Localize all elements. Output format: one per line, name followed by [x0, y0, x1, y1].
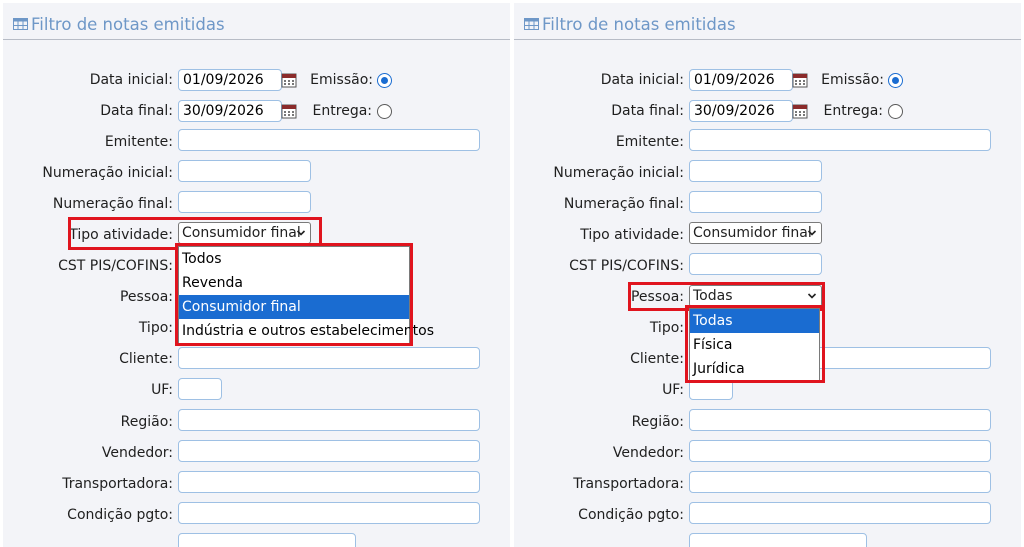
filter-panel-left: Filtro de notas emitidas Data inicial: E… [3, 3, 510, 547]
emitente-label: Emitente: [615, 134, 684, 150]
cliente-label: Cliente: [630, 351, 684, 367]
table-grid-icon [13, 18, 28, 30]
numeracao-final-input[interactable] [689, 191, 822, 213]
next-input[interactable] [689, 533, 867, 547]
dropdown-option[interactable]: Jurídica [690, 357, 819, 381]
transportadora-label: Transportadora: [62, 476, 173, 492]
numeracao-final-label: Numeração final: [52, 196, 173, 212]
cliente-input[interactable] [178, 347, 480, 369]
uf-label: UF: [662, 382, 684, 398]
regiao-input[interactable] [689, 409, 991, 431]
uf-input[interactable] [178, 378, 222, 400]
emitente-input[interactable] [178, 129, 480, 151]
data-final-label: Data final: [100, 103, 173, 119]
chevron-down-icon [807, 230, 817, 236]
panel-title: Filtro de notas emitidas [542, 15, 736, 34]
uf-label: UF: [151, 382, 173, 398]
data-inicial-label: Data inicial: [600, 72, 684, 88]
condicao-pgto-input[interactable] [689, 502, 991, 524]
emissao-radio[interactable] [888, 73, 903, 88]
dropdown-option[interactable]: Revenda [179, 271, 409, 295]
tipo-atividade-dropdown: Todos Revenda Consumidor final Indústria… [178, 246, 434, 344]
vendedor-input[interactable] [178, 440, 480, 462]
pessoa-label: Pessoa: [119, 289, 173, 305]
panel-header: Filtro de notas emitidas [3, 3, 510, 40]
transportadora-input[interactable] [178, 471, 480, 493]
emitente-input[interactable] [689, 129, 991, 151]
cst-label: CST PIS/COFINS: [569, 258, 684, 274]
numeracao-final-label: Numeração final: [563, 196, 684, 212]
tipo-atividade-value: Consumidor final [693, 225, 812, 241]
pessoa-value: Todas [693, 288, 733, 304]
cst-label: CST PIS/COFINS: [58, 258, 173, 274]
emissao-radio[interactable] [377, 73, 392, 88]
emitente-label: Emitente: [104, 134, 173, 150]
cliente-label: Cliente: [119, 351, 173, 367]
table-grid-icon [524, 18, 539, 30]
regiao-label: Região: [631, 414, 684, 430]
data-inicial-label: Data inicial: [89, 72, 173, 88]
entrega-label: Entrega: [823, 103, 883, 119]
regiao-label: Região: [120, 414, 173, 430]
tipo-atividade-label: Tipo atividade: [580, 227, 684, 243]
condicao-pgto-input[interactable] [178, 502, 480, 524]
vendedor-label: Vendedor: [101, 445, 173, 461]
entrega-label: Entrega: [312, 103, 372, 119]
filter-panel-right: Filtro de notas emitidas Data inicial: E… [514, 3, 1021, 547]
cst-input[interactable] [689, 253, 822, 275]
condicao-pgto-label: Condição pgto: [67, 507, 173, 523]
entrega-radio[interactable] [377, 104, 392, 119]
emissao-label: Emissão: [821, 72, 884, 88]
tipo-atividade-value: Consumidor final [182, 225, 301, 241]
emissao-label: Emissão: [310, 72, 373, 88]
pessoa-label: Pessoa: [630, 289, 684, 305]
chevron-down-icon [296, 230, 306, 236]
vendedor-label: Vendedor: [612, 445, 684, 461]
numeracao-inicial-input[interactable] [178, 160, 311, 182]
tipo-atividade-select[interactable]: Consumidor final [178, 222, 311, 244]
tipo-label: Tipo: [138, 320, 173, 336]
data-final-label: Data final: [611, 103, 684, 119]
dropdown-option[interactable]: Física [690, 333, 819, 357]
vendedor-input[interactable] [689, 440, 991, 462]
dropdown-option[interactable]: Indústria e outros estabelecimentos [179, 319, 434, 343]
numeracao-inicial-label: Numeração inicial: [553, 165, 684, 181]
numeracao-inicial-input[interactable] [689, 160, 822, 182]
next-input[interactable] [178, 533, 356, 547]
numeracao-final-input[interactable] [178, 191, 311, 213]
pessoa-select[interactable]: Todas [689, 285, 822, 307]
regiao-input[interactable] [178, 409, 480, 431]
tipo-atividade-label: Tipo atividade: [69, 227, 173, 243]
condicao-pgto-label: Condição pgto: [578, 507, 684, 523]
chevron-down-icon [807, 293, 817, 299]
tipo-label: Tipo: [649, 320, 684, 336]
dropdown-option[interactable]: Todos [179, 247, 409, 271]
panel-header: Filtro de notas emitidas [514, 3, 1021, 40]
dropdown-option-selected[interactable]: Todas [690, 309, 819, 333]
transportadora-label: Transportadora: [573, 476, 684, 492]
dropdown-option-selected[interactable]: Consumidor final [179, 295, 409, 319]
pessoa-dropdown: Todas Física Jurídica [689, 308, 820, 382]
numeracao-inicial-label: Numeração inicial: [42, 165, 173, 181]
entrega-radio[interactable] [888, 104, 903, 119]
panel-title: Filtro de notas emitidas [31, 15, 225, 34]
tipo-atividade-select[interactable]: Consumidor final [689, 222, 822, 244]
transportadora-input[interactable] [689, 471, 991, 493]
